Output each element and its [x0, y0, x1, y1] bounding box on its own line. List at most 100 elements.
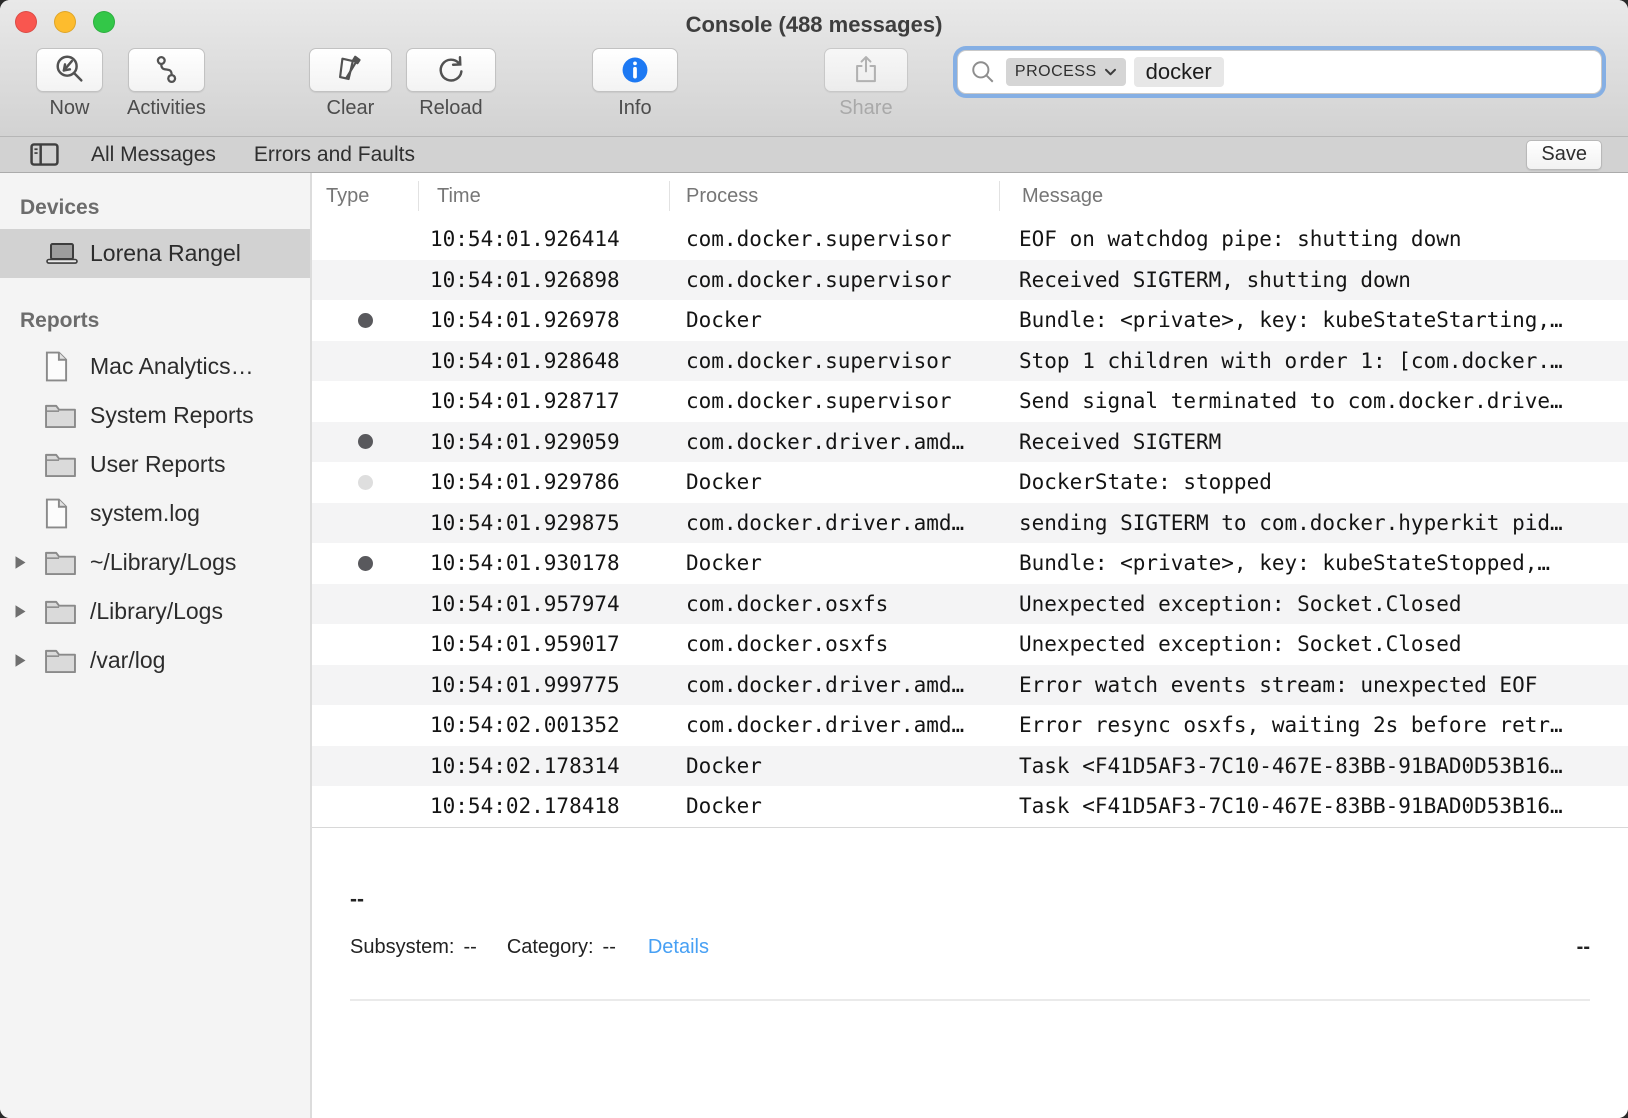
log-row[interactable]: 10:54:01.928648com.docker.supervisorStop…: [312, 341, 1628, 382]
debug-dot-icon: [358, 475, 373, 490]
message-cell: sending SIGTERM to com.docker.hyperkit p…: [999, 511, 1628, 535]
log-row[interactable]: 10:54:01.926978DockerBundle: <private>, …: [312, 300, 1628, 341]
now-button[interactable]: Now: [36, 48, 103, 120]
console-window: Console (488 messages) Now Activities: [0, 0, 1628, 1118]
message-cell: Stop 1 children with order 1: [com.docke…: [999, 349, 1628, 373]
message-cell: Send signal terminated to com.docker.dri…: [999, 389, 1628, 413]
log-row[interactable]: 10:54:02.178314DockerTask <F41D5AF3-7C10…: [312, 746, 1628, 787]
process-cell: com.docker.driver.amd…: [669, 511, 999, 535]
process-cell: com.docker.driver.amd…: [669, 673, 999, 697]
message-cell: Received SIGTERM, shutting down: [999, 268, 1628, 292]
detail-meta-line: Subsystem: -- Category: -- Details --: [350, 936, 1590, 959]
folder-icon: [44, 549, 84, 576]
process-cell: com.docker.driver.amd…: [669, 713, 999, 737]
log-row[interactable]: 10:54:01.929786DockerDockerState: stoppe…: [312, 462, 1628, 503]
sidebar-item-label: Mac Analytics…: [90, 353, 254, 380]
sidebar-item-mac-analytics-[interactable]: Mac Analytics…: [0, 342, 310, 391]
filter-errors-and-faults[interactable]: Errors and Faults: [254, 143, 415, 167]
message-cell: Bundle: <private>, key: kubeStateStopped…: [999, 551, 1628, 575]
type-cell: [312, 313, 418, 328]
clear-button[interactable]: Clear: [309, 48, 392, 120]
disclosure-triangle-icon[interactable]: [14, 555, 44, 570]
sidebar-item-system-reports[interactable]: System Reports: [0, 391, 310, 440]
search-filter-token[interactable]: PROCESS: [1006, 58, 1126, 86]
process-cell: Docker: [669, 754, 999, 778]
time-cell: 10:54:01.928648: [418, 349, 669, 373]
category-label: Category:: [507, 936, 594, 959]
disclosure-triangle-icon[interactable]: [14, 653, 44, 668]
log-row[interactable]: 10:54:01.999775com.docker.driver.amd…Err…: [312, 665, 1628, 706]
share-button[interactable]: Share: [824, 48, 908, 120]
log-row[interactable]: 10:54:01.926414com.docker.supervisorEOF …: [312, 219, 1628, 260]
sidebar: DevicesLorena RangelReportsMac Analytics…: [0, 173, 312, 1118]
detail-divider: [350, 999, 1590, 1001]
reload-icon: [434, 53, 468, 87]
message-cell: Error watch events stream: unexpected EO…: [999, 673, 1628, 697]
info-button[interactable]: Info: [592, 48, 678, 120]
subsystem-label: Subsystem:: [350, 936, 454, 959]
log-row[interactable]: 10:54:02.178418DockerTask <F41D5AF3-7C10…: [312, 786, 1628, 827]
sidebar-item-label: ~/Library/Logs: [90, 549, 236, 576]
process-cell: Docker: [669, 308, 999, 332]
log-row[interactable]: 10:54:01.930178DockerBundle: <private>, …: [312, 543, 1628, 584]
sidebar-item--library-logs[interactable]: ~/Library/Logs: [0, 538, 310, 587]
chevron-down-icon: [1104, 68, 1117, 77]
process-cell: com.docker.driver.amd…: [669, 430, 999, 454]
disclosure-triangle-icon[interactable]: [14, 604, 44, 619]
sidebar-item-system-log[interactable]: system.log: [0, 489, 310, 538]
sidebar-item-user-reports[interactable]: User Reports: [0, 440, 310, 489]
column-header-process[interactable]: Process: [669, 181, 999, 211]
time-cell: 10:54:01.959017: [418, 632, 669, 656]
sidebar-toggle-icon[interactable]: [30, 143, 59, 166]
info-icon: [619, 54, 651, 86]
time-cell: 10:54:02.178314: [418, 754, 669, 778]
laptop-icon: [44, 241, 84, 267]
message-cell: Task <F41D5AF3-7C10-467E-83BB-91BAD0D53B…: [999, 754, 1628, 778]
log-row[interactable]: 10:54:01.959017com.docker.osxfsUnexpecte…: [312, 624, 1628, 665]
window-chrome: Console (488 messages) Now Activities: [0, 0, 1628, 137]
sidebar-item--var-log[interactable]: /var/log: [0, 636, 310, 685]
sidebar-item-lorena-rangel[interactable]: Lorena Rangel: [0, 229, 310, 278]
type-cell: [312, 556, 418, 571]
document-icon: [44, 498, 84, 529]
log-row[interactable]: 10:54:01.957974com.docker.osxfsUnexpecte…: [312, 584, 1628, 625]
activities-button[interactable]: Activities: [127, 48, 206, 120]
process-cell: Docker: [669, 794, 999, 818]
time-cell: 10:54:01.999775: [418, 673, 669, 697]
log-row[interactable]: 10:54:01.929059com.docker.driver.amd…Rec…: [312, 422, 1628, 463]
time-cell: 10:54:01.929786: [418, 470, 669, 494]
reload-button[interactable]: Reload: [406, 48, 496, 120]
sidebar-item-label: /var/log: [90, 647, 165, 674]
time-cell: 10:54:01.929059: [418, 430, 669, 454]
column-header-type[interactable]: Type: [312, 181, 418, 211]
time-cell: 10:54:01.957974: [418, 592, 669, 616]
message-cell: Unexpected exception: Socket.Closed: [999, 592, 1628, 616]
column-header-time[interactable]: Time: [418, 181, 669, 211]
folder-icon: [44, 647, 84, 674]
search-filter-label: PROCESS: [1015, 63, 1097, 81]
time-cell: 10:54:02.178418: [418, 794, 669, 818]
message-cell: Error resync osxfs, waiting 2s before re…: [999, 713, 1628, 737]
log-row[interactable]: 10:54:02.001352com.docker.driver.amd…Err…: [312, 705, 1628, 746]
search-icon: [970, 59, 996, 85]
search-field[interactable]: PROCESS docker: [957, 50, 1602, 94]
content: DevicesLorena RangelReportsMac Analytics…: [0, 173, 1628, 1118]
filter-bar: All Messages Errors and Faults Save: [0, 137, 1628, 173]
save-button[interactable]: Save: [1526, 140, 1602, 170]
log-row[interactable]: 10:54:01.928717com.docker.supervisorSend…: [312, 381, 1628, 422]
process-cell: com.docker.supervisor: [669, 349, 999, 373]
titlebar[interactable]: Console (488 messages): [0, 0, 1628, 45]
log-row[interactable]: 10:54:01.929875com.docker.driver.amd…sen…: [312, 503, 1628, 544]
filter-all-messages[interactable]: All Messages: [91, 143, 216, 167]
reload-label: Reload: [419, 97, 482, 120]
log-pane: Type Time Process Message 10:54:01.92641…: [312, 173, 1628, 1118]
type-cell: [312, 434, 418, 449]
message-cell: Task <F41D5AF3-7C10-467E-83BB-91BAD0D53B…: [999, 794, 1628, 818]
sidebar-item-label: /Library/Logs: [90, 598, 223, 625]
sidebar-item--library-logs[interactable]: /Library/Logs: [0, 587, 310, 636]
log-row[interactable]: 10:54:01.926898com.docker.supervisorRece…: [312, 260, 1628, 301]
column-header-message[interactable]: Message: [999, 181, 1628, 211]
time-cell: 10:54:01.928717: [418, 389, 669, 413]
details-link[interactable]: Details: [648, 936, 709, 959]
search-query-token[interactable]: docker: [1134, 57, 1224, 87]
